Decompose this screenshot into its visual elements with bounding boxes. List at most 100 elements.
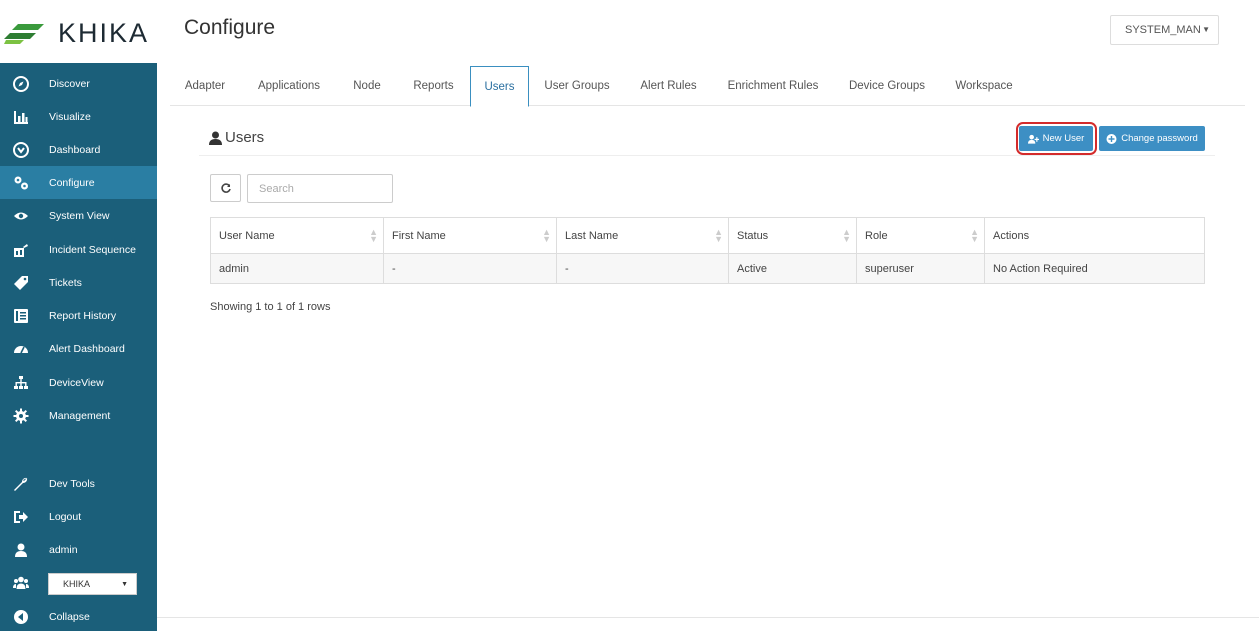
sidebar-item-label: Incident Sequence: [49, 243, 136, 256]
sidebar-item-label: Logout: [49, 510, 82, 523]
refresh-button[interactable]: [210, 174, 241, 202]
bar-chart-icon: [11, 107, 31, 127]
config-tabs: Adapter Applications Node Reports Users …: [170, 66, 1245, 107]
sign-out-icon: [11, 507, 31, 527]
users-icon: [11, 573, 31, 593]
sort-icon: ▲ ▼: [842, 227, 851, 244]
tab-reports[interactable]: Reports: [403, 66, 464, 106]
sidebar-item-collapse[interactable]: Collapse: [0, 600, 157, 631]
cell-actions: No Action Required: [984, 253, 1205, 284]
chevron-down-icon: ▼: [1202, 25, 1210, 34]
sitemap-icon: [11, 373, 31, 393]
sort-icon: ▲ ▼: [714, 227, 723, 244]
logo-mark-icon: [4, 24, 44, 44]
sidebar-item-label: Configure: [49, 176, 95, 189]
column-header-user-name[interactable]: User Name ▲ ▼: [210, 217, 384, 254]
column-header-label: User Name: [219, 229, 275, 242]
sidebar-item-dashboard[interactable]: Dashboard: [0, 133, 157, 166]
column-header-role[interactable]: Role ▲ ▼: [856, 217, 985, 254]
sidebar-item-report-history[interactable]: Report History: [0, 299, 157, 332]
column-header-label: Last Name: [565, 229, 619, 242]
list-icon: [11, 306, 31, 326]
tab-workspace[interactable]: Workspace: [946, 66, 1022, 106]
sidebar-item-label: admin: [49, 543, 78, 556]
sidebar-item-label: Dev Tools: [49, 477, 95, 490]
collapse-icon: [11, 607, 31, 627]
sidebar-item-admin[interactable]: admin: [0, 533, 157, 566]
tachometer-icon: [11, 339, 31, 359]
table-row[interactable]: admin - - Active superuser No Action Req…: [210, 253, 1205, 284]
plus-circle-icon: [1106, 133, 1117, 144]
column-header-last-name[interactable]: Last Name ▲ ▼: [556, 217, 729, 254]
tab-device-groups[interactable]: Device Groups: [841, 66, 933, 106]
divider: [157, 617, 1259, 618]
gear-icon: [11, 406, 31, 426]
cell-last-name: -: [556, 253, 729, 284]
chevron-down-icon: ▼: [121, 580, 128, 588]
sidebar-item-label: System View: [49, 209, 110, 222]
tab-users[interactable]: Users: [470, 66, 529, 107]
sidebar-item-dev-tools[interactable]: Dev Tools: [0, 467, 157, 500]
sidebar-item-label: DeviceView: [49, 376, 104, 389]
sort-icon: ▲ ▼: [369, 227, 378, 244]
sidebar-item-system-view[interactable]: System View: [0, 199, 157, 232]
user-icon: [209, 131, 222, 145]
sidebar-item-management[interactable]: Management: [0, 399, 157, 432]
cogs-icon: [11, 173, 31, 193]
sidebar-item-tickets[interactable]: Tickets: [0, 266, 157, 299]
pagination-info: Showing 1 to 1 of 1 rows: [210, 301, 331, 313]
page-title: Configure: [184, 16, 276, 39]
search-input[interactable]: [247, 174, 393, 203]
tab-user-groups[interactable]: User Groups: [536, 66, 618, 106]
sidebar-item-label: Report History: [49, 309, 117, 322]
sidebar-item-configure[interactable]: Configure: [0, 166, 157, 199]
highlight-box: [1016, 122, 1097, 155]
sidebar-item-label: Alert Dashboard: [49, 342, 125, 355]
sidebar-item-logout[interactable]: Logout: [0, 500, 157, 533]
sidebar-nav: Discover Visualize Dashboard Configure S…: [0, 63, 157, 631]
column-header-first-name[interactable]: First Name ▲ ▼: [383, 217, 557, 254]
sort-icon: ▲ ▼: [542, 227, 551, 244]
cell-user-name: admin: [210, 253, 384, 284]
dashboard-icon: [11, 140, 31, 160]
tenant-select-value: KHIKA: [63, 579, 91, 589]
column-header-status[interactable]: Status ▲ ▼: [728, 217, 857, 254]
users-table: User Name ▲ ▼ First Name ▲ ▼ Last Name ▲ ▼ Sta…: [210, 217, 1205, 284]
column-header-label: Role: [865, 229, 888, 242]
eye-icon: [11, 206, 31, 226]
sidebar-item-discover[interactable]: Discover: [0, 67, 157, 100]
panel-title-text: Users: [225, 129, 265, 146]
table-header-row: User Name ▲ ▼ First Name ▲ ▼ Last Name ▲ ▼ Sta…: [210, 217, 1205, 254]
sidebar-item-label: Discover: [49, 77, 90, 90]
system-select[interactable]: SYSTEM_MAN ▼: [1110, 15, 1219, 45]
system-select-value: SYSTEM_MAN: [1125, 24, 1201, 36]
sidebar-item-label: Collapse: [49, 610, 90, 623]
tab-adapter[interactable]: Adapter: [174, 66, 236, 106]
tab-alert-rules[interactable]: Alert Rules: [630, 66, 707, 106]
compass-icon: [11, 74, 31, 94]
column-header-actions: Actions: [984, 217, 1205, 254]
app-window: KHIKA Discover Visualize Dashboard Confi…: [0, 0, 1259, 631]
tab-applications[interactable]: Applications: [248, 66, 330, 106]
sidebar-item-alert-dashboard[interactable]: Alert Dashboard: [0, 332, 157, 365]
tag-icon: [11, 273, 31, 293]
sidebar-item-deviceview[interactable]: DeviceView: [0, 366, 157, 399]
user-icon: [11, 540, 31, 560]
tenant-select[interactable]: KHIKA ▼: [48, 573, 137, 595]
sidebar-item-visualize[interactable]: Visualize: [0, 100, 157, 133]
wrench-icon: [11, 474, 31, 494]
logo: KHIKA: [0, 0, 157, 63]
cell-first-name: -: [383, 253, 557, 284]
sidebar-item-label: Dashboard: [49, 143, 101, 156]
incident-icon: [11, 240, 31, 260]
sidebar-item-incident-sequence[interactable]: Incident Sequence: [0, 233, 157, 266]
tab-node[interactable]: Node: [343, 66, 391, 106]
column-header-label: Status: [737, 229, 769, 242]
sidebar-item-label: Tickets: [49, 276, 82, 289]
panel-title: Users: [209, 129, 264, 146]
brand-name: KHIKA: [58, 18, 150, 48]
change-password-button[interactable]: Change password: [1099, 126, 1205, 151]
tab-enrichment-rules[interactable]: Enrichment Rules: [720, 66, 826, 106]
refresh-icon: [220, 183, 231, 193]
column-header-label: First Name: [392, 229, 446, 242]
